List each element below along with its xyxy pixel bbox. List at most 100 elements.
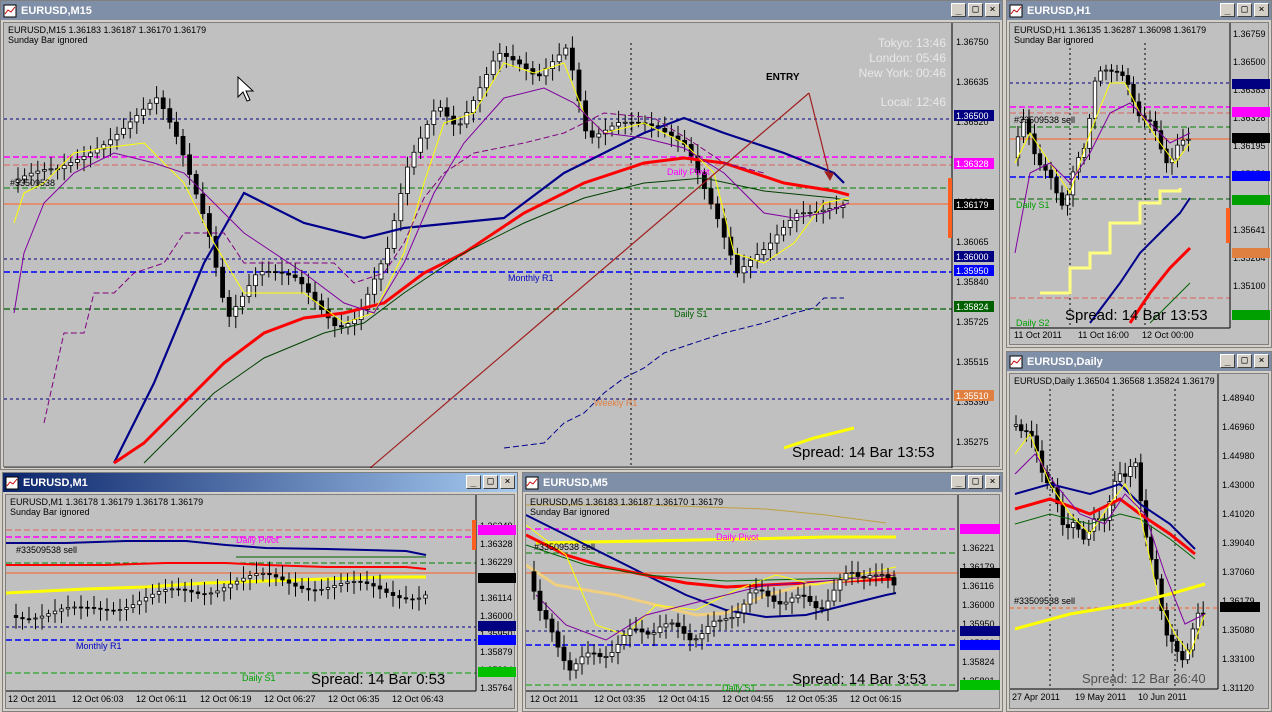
candle-body: [147, 102, 153, 110]
chart-area-m15[interactable]: 1.367501.366351.365201.364051.362901.360…: [3, 22, 1001, 468]
candle-body: [104, 608, 110, 611]
candle-body: [705, 626, 711, 634]
candle-body: [1037, 153, 1043, 166]
candle-body: [579, 656, 585, 665]
candle-body: [627, 628, 633, 636]
time-tick-label: 19 May 2011: [1075, 692, 1126, 702]
close-button[interactable]: ×: [500, 475, 515, 489]
candle-body: [156, 591, 162, 595]
candle-body: [563, 47, 569, 56]
candle-body: [741, 266, 747, 274]
window-eurusd-m1[interactable]: EURUSD,M1 _ □ × 1.363491.363281.362291.3…: [2, 472, 518, 712]
candle-body: [669, 622, 675, 625]
close-button[interactable]: ×: [1254, 3, 1269, 17]
minimize-button[interactable]: _: [1220, 354, 1235, 368]
candle-body: [378, 263, 384, 280]
candle-body: [410, 598, 415, 601]
clock-newyork: New York: 00:46: [859, 66, 947, 80]
candle-body: [761, 249, 767, 256]
chart-area-h1[interactable]: 1.367591.365001.363831.363281.361951.359…: [1009, 22, 1270, 346]
minimize-button[interactable]: _: [466, 475, 481, 489]
restore-button[interactable]: □: [483, 475, 498, 489]
h1-chart-canvas[interactable]: 1.367591.365001.363831.363281.361951.359…: [1010, 23, 1270, 346]
close-button[interactable]: ×: [985, 475, 1000, 489]
chart-window-icon: [1009, 355, 1023, 368]
restore-button[interactable]: □: [968, 3, 983, 17]
titlebar-m15[interactable]: EURUSD,M15 _ □ ×: [1, 1, 1002, 20]
candle-body: [411, 151, 417, 168]
candle-body: [490, 60, 496, 75]
candle-body: [801, 594, 807, 597]
candle-body: [292, 274, 298, 278]
titlebar-daily[interactable]: EURUSD,Daily _ □ ×: [1007, 352, 1271, 371]
window-eurusd-m15[interactable]: EURUSD,M15 _ □ × 1.36750 1.36635 1.36520…: [0, 0, 1003, 470]
candle-body: [681, 626, 687, 634]
candle-body: [431, 110, 437, 125]
spread-info: Spread: 14 Bar 3:53: [792, 671, 927, 688]
candle-body: [1128, 466, 1133, 477]
candle-body: [78, 606, 84, 609]
candle-body: [371, 583, 376, 587]
chart-window-icon: [3, 4, 17, 17]
close-button[interactable]: ×: [985, 3, 1000, 17]
candle-body: [220, 266, 226, 298]
marker-price-7: 1.35510: [956, 391, 989, 401]
candle-body: [239, 295, 245, 308]
restore-button[interactable]: □: [1237, 3, 1252, 17]
candle-body: [1175, 640, 1180, 652]
candle-body: [52, 610, 58, 615]
candle-body: [759, 589, 765, 592]
candle-body: [715, 203, 720, 220]
window-eurusd-daily[interactable]: EURUSD,Daily _ □ × 1.48940 1.46960 1.44980…: [1006, 351, 1272, 712]
chart-area-m5[interactable]: 1.363281.362211.361791.361161.360001.359…: [525, 494, 1000, 709]
titlebar-m1[interactable]: EURUSD,M1 _ □ ×: [3, 473, 517, 492]
window-eurusd-m5[interactable]: EURUSD,M5 _ □ × 1.363281.362211.361791.3…: [522, 472, 1003, 712]
time-tick-label: 12 Oct 06:27: [264, 694, 316, 704]
candle-body: [891, 577, 897, 586]
candle-body: [108, 139, 113, 146]
candle-body: [254, 573, 259, 576]
candle-body: [91, 607, 97, 609]
chart-area-m1[interactable]: 1.363491.363281.362291.361791.361141.360…: [5, 494, 516, 709]
price-tick-label: 1.36328: [480, 539, 513, 549]
minimize-button[interactable]: _: [951, 475, 966, 489]
m15-chart-canvas[interactable]: 1.367501.366351.365201.364051.362901.360…: [4, 23, 1001, 468]
order-line-label: #33509538 sell: [1014, 596, 1075, 606]
candle-body: [325, 587, 331, 590]
window-eurusd-h1[interactable]: EURUSD,H1 _ □ × 1.36759 1.36500 1.36383 …: [1006, 0, 1272, 348]
restore-button[interactable]: □: [968, 475, 983, 489]
price-tick-label: 1.36221: [962, 543, 995, 553]
restore-button[interactable]: □: [1237, 354, 1252, 368]
candle-body: [226, 296, 232, 317]
minimize-button[interactable]: _: [1220, 3, 1235, 17]
titlebar-m5[interactable]: EURUSD,M5 _ □ ×: [523, 473, 1002, 492]
price-tick-label: 1.36000: [480, 611, 513, 621]
titlebar-h1[interactable]: EURUSD,H1 _ □ ×: [1007, 1, 1271, 20]
candle-body: [173, 121, 179, 137]
candle-body: [1123, 473, 1128, 477]
candle-body: [260, 572, 266, 575]
candle-body: [807, 212, 813, 214]
price-tick-label: 1.35764: [480, 683, 513, 693]
candle-body: [1065, 194, 1070, 206]
candle-body: [48, 168, 54, 171]
close-button[interactable]: ×: [1254, 354, 1269, 368]
sunday-note: Sunday Bar ignored: [530, 507, 610, 517]
chart-area-daily[interactable]: 1.48940 1.46960 1.44980 1.43000 1.41020 1.390…: [1009, 373, 1269, 709]
ohlc-info: EURUSD,M5 1.36183 1.36187 1.36170 1.3617…: [530, 497, 723, 517]
candle-body: [1103, 69, 1109, 72]
ohlc-info: EURUSD,M15 1.36183 1.36187 1.36170 1.361…: [8, 25, 206, 45]
candle-body: [180, 135, 186, 156]
candle-body: [266, 271, 272, 274]
candle-body: [747, 592, 753, 605]
candle-body: [1133, 462, 1138, 467]
candle-body: [555, 631, 561, 648]
m5-chart-canvas[interactable]: 1.363281.362211.361791.361161.360001.359…: [526, 495, 1001, 710]
candle-body: [622, 121, 628, 124]
label-daily-s1: Daily S1: [674, 309, 708, 319]
ohlc-values: EURUSD,M15 1.36183 1.36187 1.36170 1.361…: [8, 25, 207, 35]
minimize-button[interactable]: _: [951, 3, 966, 17]
daily-chart-canvas[interactable]: 1.48940 1.46960 1.44980 1.43000 1.41020 1.390…: [1010, 374, 1270, 710]
candle-body: [735, 254, 740, 274]
candle-body: [1071, 522, 1076, 528]
